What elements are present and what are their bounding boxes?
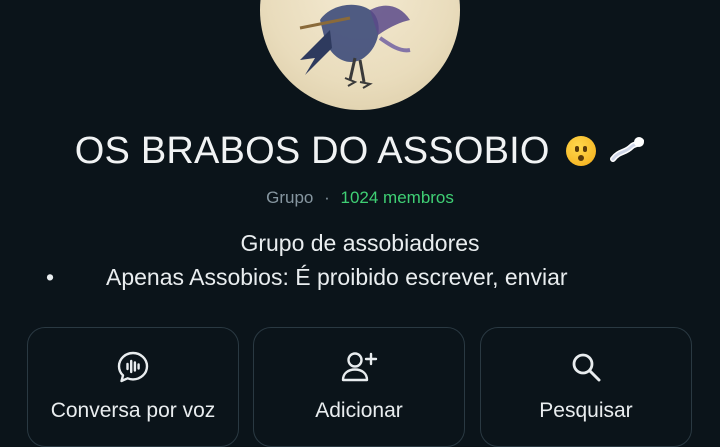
description-line-1: Grupo de assobiadores [240,230,480,256]
wind-blowing-emoji-icon [609,128,645,178]
kissing-face-emoji-icon [566,136,597,166]
group-name: OS BRABOS DO ASSOBIO [0,126,720,178]
bird-illustration [299,4,411,89]
search-icon [481,350,691,384]
search-button[interactable]: Pesquisar [480,327,692,447]
voice-chat-button[interactable]: Conversa por voz [27,327,239,447]
member-count[interactable]: 1024 membros [341,188,454,207]
meta-separator: · [324,188,330,207]
voice-chat-label: Conversa por voz [50,399,216,422]
group-type: Grupo [266,188,314,207]
add-person-icon [254,350,464,384]
group-avatar[interactable] [260,0,460,110]
search-label: Pesquisar [539,399,633,422]
group-meta: Grupo · 1024 membros [0,187,720,209]
description-bullet: • [46,264,55,290]
description-rule-text: Apenas Assobios: É proibido escrever, en… [106,264,568,290]
add-member-label: Adicionar [315,399,403,422]
voice-chat-icon [28,350,238,384]
add-member-button[interactable]: Adicionar [253,327,465,447]
group-name-text: OS BRABOS DO ASSOBIO [74,130,550,172]
